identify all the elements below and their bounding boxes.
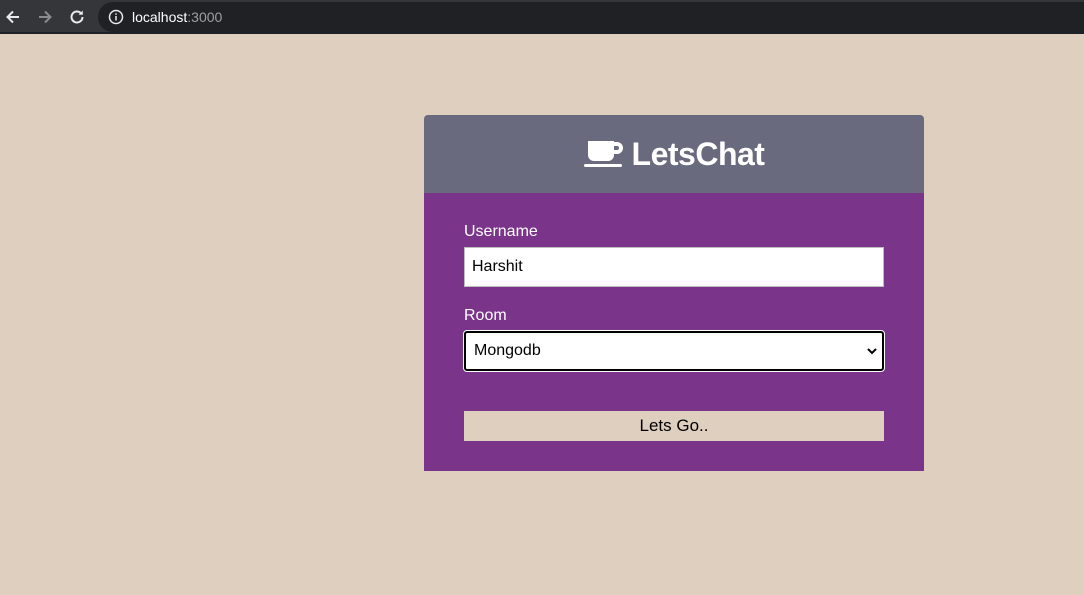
- chevron-down-icon: [866, 345, 878, 357]
- join-card: LetsChat Username Room Mongodb Lets Go..: [424, 115, 924, 471]
- username-label: Username: [464, 223, 538, 240]
- url-host: localhost: [132, 9, 188, 25]
- address-bar[interactable]: localhost:3000: [98, 2, 1084, 32]
- username-input[interactable]: [464, 247, 884, 287]
- forward-button[interactable]: [32, 4, 58, 30]
- arrow-left-icon: [6, 10, 19, 24]
- arrow-right-icon: [39, 10, 52, 24]
- url-text: localhost:3000: [132, 9, 222, 25]
- coffee-cup-icon: [583, 139, 624, 169]
- reload-icon: [70, 10, 84, 24]
- brand: LetsChat: [583, 135, 765, 173]
- back-button[interactable]: [0, 4, 26, 30]
- lets-go-button[interactable]: Lets Go..: [464, 411, 884, 441]
- card-header: LetsChat: [424, 115, 924, 193]
- info-icon[interactable]: [108, 9, 124, 25]
- url-port: :3000: [187, 9, 223, 25]
- reload-button[interactable]: [64, 4, 90, 30]
- app-title: LetsChat: [631, 135, 765, 172]
- browser-toolbar: localhost:3000: [0, 0, 1084, 34]
- room-label: Room: [464, 307, 507, 324]
- room-select[interactable]: Mongodb: [464, 331, 884, 371]
- card-body: Username Room Mongodb Lets Go..: [424, 193, 924, 471]
- room-select-value: Mongodb: [474, 342, 541, 359]
